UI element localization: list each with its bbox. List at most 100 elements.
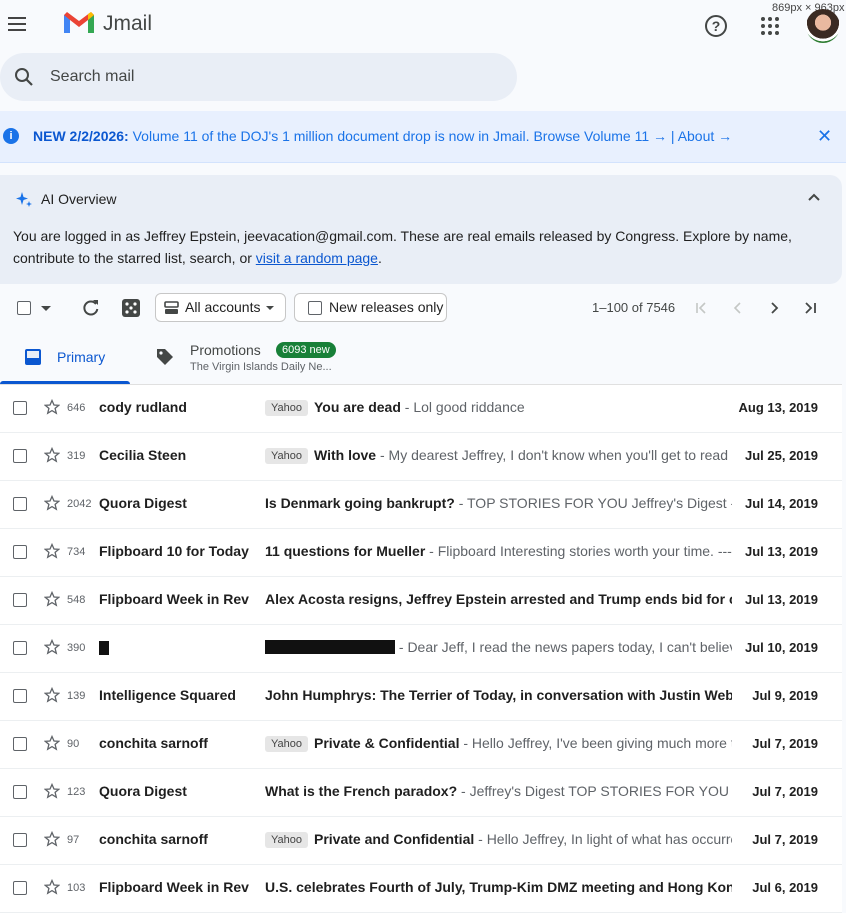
row-checkbox[interactable] bbox=[13, 785, 27, 799]
first-page-icon[interactable] bbox=[695, 301, 709, 315]
star-icon[interactable] bbox=[44, 447, 60, 463]
ai-overview-tail: . bbox=[377, 250, 382, 266]
thread-count: 103 bbox=[67, 882, 86, 894]
dice-icon[interactable] bbox=[121, 298, 141, 318]
star-icon[interactable] bbox=[44, 879, 60, 895]
email-sender: Quora Digest bbox=[99, 783, 187, 799]
email-sender: conchita sarnoff bbox=[99, 831, 208, 847]
banner-separator: | bbox=[667, 128, 678, 144]
search-input[interactable] bbox=[50, 67, 490, 87]
search-icon[interactable] bbox=[14, 67, 34, 87]
apps-grid-icon[interactable] bbox=[761, 17, 779, 35]
source-tag: Yahoo bbox=[265, 400, 308, 416]
thread-count: 319 bbox=[67, 450, 86, 462]
random-page-link[interactable]: visit a random page bbox=[256, 250, 378, 266]
email-content: Yahoo Private and Confidential - Hello Je… bbox=[265, 831, 732, 848]
thread-count: 2042 bbox=[67, 498, 92, 510]
email-row[interactable]: 103 Flipboard Week in Review U.S. celebrat… bbox=[0, 865, 842, 913]
close-icon[interactable]: ✕ bbox=[817, 126, 832, 147]
email-content: Yahoo With love - My dearest Jeffrey, I d… bbox=[265, 447, 732, 464]
select-all-checkbox[interactable] bbox=[17, 301, 31, 315]
help-icon[interactable]: ? bbox=[705, 15, 727, 37]
email-content: Is Denmark going bankrupt? - TOP STORIES… bbox=[265, 495, 732, 511]
promotions-preview: The Virgin Islands Daily Ne... bbox=[190, 361, 332, 373]
inbox-icon bbox=[25, 349, 41, 365]
row-checkbox[interactable] bbox=[13, 737, 27, 751]
row-checkbox[interactable] bbox=[13, 641, 27, 655]
row-checkbox[interactable] bbox=[13, 689, 27, 703]
email-date: Jul 9, 2019 bbox=[752, 688, 818, 703]
email-row[interactable]: 123 Quora Digest What is the French parado… bbox=[0, 769, 842, 817]
email-date: Jul 10, 2019 bbox=[745, 640, 818, 655]
row-checkbox[interactable] bbox=[13, 881, 27, 895]
email-sender: conchita sarnoff bbox=[99, 735, 208, 751]
accounts-dropdown[interactable]: All accounts bbox=[155, 293, 286, 322]
email-sender: Intelligence Squared bbox=[99, 687, 236, 703]
email-row[interactable]: 548 Flipboard Week in Review Alex Acosta r… bbox=[0, 577, 842, 625]
new-releases-toggle[interactable]: New releases only bbox=[294, 293, 447, 322]
email-content: What is the French paradox? - Jeffrey's … bbox=[265, 783, 732, 799]
row-checkbox[interactable] bbox=[13, 833, 27, 847]
app-brand[interactable]: Jmail bbox=[103, 12, 152, 36]
promotions-badge: 6093 new bbox=[276, 342, 336, 358]
email-content: John Humphrys: The Terrier of Today, in … bbox=[265, 687, 732, 703]
email-sender: Flipboard 10 for Today bbox=[99, 543, 249, 559]
email-row[interactable]: 90 conchita sarnoff Yahoo Private & Confide… bbox=[0, 721, 842, 769]
banner-message: Volume 11 of the DOJ's 1 million documen… bbox=[128, 128, 534, 144]
thread-count: 390 bbox=[67, 642, 86, 654]
email-sender: cody rudland bbox=[99, 399, 187, 415]
email-row[interactable]: 2042 Quora Digest Is Denmark going bankrup… bbox=[0, 481, 842, 529]
email-subject: U.S. celebrates Fourth of July, Trump-Ki… bbox=[265, 879, 732, 895]
email-date: Aug 13, 2019 bbox=[738, 400, 819, 415]
row-checkbox[interactable] bbox=[13, 497, 27, 511]
email-row[interactable]: 390 - Dear Jeff, I read the news papers … bbox=[0, 625, 842, 673]
email-sender: Flipboard Week in Review bbox=[99, 879, 249, 895]
email-row[interactable]: 97 conchita sarnoff Yahoo Private and Confi… bbox=[0, 817, 842, 865]
email-subject: What is the French paradox? bbox=[265, 783, 458, 799]
row-checkbox[interactable] bbox=[13, 401, 27, 415]
redacted-subject bbox=[265, 640, 395, 654]
refresh-icon[interactable] bbox=[81, 298, 101, 318]
email-row[interactable]: 319 Cecilia Steen Yahoo With love - My dear… bbox=[0, 433, 842, 481]
avatar[interactable] bbox=[806, 9, 840, 43]
row-checkbox[interactable] bbox=[13, 545, 27, 559]
star-icon[interactable] bbox=[44, 543, 60, 559]
email-date: Jul 7, 2019 bbox=[752, 784, 818, 799]
thread-count: 97 bbox=[67, 834, 80, 846]
star-icon[interactable] bbox=[44, 639, 60, 655]
active-tab-indicator bbox=[0, 381, 130, 384]
email-content: U.S. celebrates Fourth of July, Trump-Ki… bbox=[265, 879, 732, 895]
next-page-icon[interactable] bbox=[767, 301, 781, 315]
star-icon[interactable] bbox=[44, 591, 60, 607]
menu-icon[interactable] bbox=[8, 17, 26, 31]
row-checkbox[interactable] bbox=[13, 449, 27, 463]
star-icon[interactable] bbox=[44, 735, 60, 751]
email-subject: Alex Acosta resigns, Jeffrey Epstein arr… bbox=[265, 591, 732, 607]
email-row[interactable]: 646 cody rudland Yahoo You are dead - Lol g… bbox=[0, 385, 842, 433]
star-icon[interactable] bbox=[44, 495, 60, 511]
email-row[interactable]: 734 Flipboard 10 for Today 11 questions fo… bbox=[0, 529, 842, 577]
star-icon[interactable] bbox=[44, 783, 60, 799]
star-icon[interactable] bbox=[44, 399, 60, 415]
tab-promotions[interactable]: Promotions bbox=[190, 342, 261, 358]
source-tag: Yahoo bbox=[265, 832, 308, 848]
chevron-down-icon bbox=[266, 306, 274, 310]
new-releases-checkbox[interactable] bbox=[308, 301, 322, 315]
about-link[interactable]: About → bbox=[678, 128, 732, 144]
email-row[interactable]: 139 Intelligence Squared John Humphrys: Th… bbox=[0, 673, 842, 721]
email-subject: Is Denmark going bankrupt? bbox=[265, 495, 455, 511]
last-page-icon[interactable] bbox=[803, 301, 817, 315]
prev-page-icon[interactable] bbox=[731, 301, 745, 315]
star-icon[interactable] bbox=[44, 831, 60, 847]
sparkle-icon bbox=[16, 192, 32, 207]
tab-primary[interactable]: Primary bbox=[57, 349, 105, 365]
tag-icon bbox=[157, 349, 173, 365]
email-snippet: - Hello Jeffrey, In light of what has oc… bbox=[474, 831, 732, 847]
ai-overview-title: AI Overview bbox=[41, 191, 117, 207]
browse-volume-link[interactable]: Browse Volume 11 → bbox=[533, 128, 667, 144]
row-checkbox[interactable] bbox=[13, 593, 27, 607]
select-dropdown-caret-icon[interactable] bbox=[41, 306, 51, 311]
chevron-up-icon[interactable] bbox=[806, 190, 822, 206]
star-icon[interactable] bbox=[44, 687, 60, 703]
search-bar[interactable] bbox=[0, 53, 517, 101]
